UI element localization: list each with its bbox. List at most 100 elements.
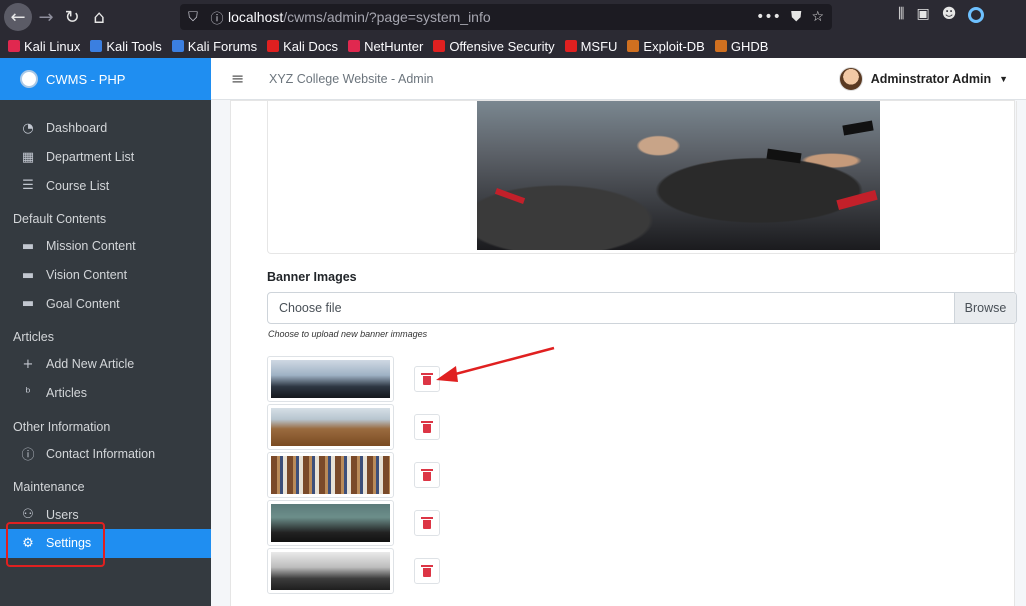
bookmark-label: NetHunter <box>364 38 424 54</box>
window-icon: ▬ <box>21 267 35 283</box>
sidebar-item-label: Vision Content <box>46 268 128 283</box>
reload-icon[interactable]: ↻ <box>58 3 86 31</box>
delete-banner-button[interactable] <box>414 414 440 440</box>
bookmark-label: Kali Docs <box>283 38 339 54</box>
cover-image-card <box>267 101 1017 254</box>
bookmark-favicon-icon <box>90 40 103 52</box>
banner-file-input[interactable]: Choose file Browse <box>267 292 1017 324</box>
delete-banner-button[interactable] <box>414 558 440 584</box>
window-icon: ▬ <box>21 296 35 312</box>
extension-icon[interactable] <box>968 7 985 23</box>
sidebar-section-header: Maintenance <box>13 480 85 495</box>
plus-icon: + <box>22 356 34 372</box>
banner-image-row <box>267 404 467 450</box>
banner-image-row <box>267 452 467 498</box>
sidebar-item-label: Mission Content <box>46 239 136 254</box>
building-icon: ▦ <box>21 149 35 165</box>
bookmark-label: MSFU <box>580 38 618 54</box>
bookmark-star-icon[interactable]: ☆ <box>811 9 824 25</box>
bookmark-item[interactable]: Kali Linux <box>8 39 80 54</box>
bookmark-favicon-icon <box>267 40 280 52</box>
sidebar-item-add-new-article[interactable]: + Add New Article <box>0 350 211 379</box>
users-icon: ⚇ <box>22 507 34 523</box>
back-arrow-icon[interactable]: ← <box>4 3 32 31</box>
browse-button[interactable]: Browse <box>954 293 1016 323</box>
sidebar-item-dashboard[interactable]: ◔ Dashboard <box>0 114 211 143</box>
delete-banner-button[interactable] <box>414 462 440 488</box>
bookmark-label: GHDB <box>730 38 769 54</box>
home-icon[interactable]: ⌂ <box>85 3 113 31</box>
forward-arrow-icon[interactable]: → <box>32 3 60 31</box>
brand-link[interactable]: CWMS - PHP <box>0 58 211 100</box>
banner-image-row <box>267 500 467 546</box>
banner-classroom <box>267 548 394 594</box>
hamburger-menu-icon[interactable]: ≡ <box>231 69 255 88</box>
avatar <box>838 66 863 91</box>
bookmark-favicon-icon <box>348 40 361 52</box>
trash-icon <box>421 517 433 529</box>
bookmark-item[interactable]: Exploit-DB <box>627 39 705 54</box>
trash-icon <box>421 565 433 577</box>
sidebar-item-label: Dashboard <box>46 121 108 136</box>
bookmarks-bar: Kali Linux Kali Tools Kali Forums Kali Docs… <box>0 34 1026 58</box>
blog-icon: ᵇ <box>25 385 31 401</box>
banner-image-row <box>267 548 467 594</box>
account-icon[interactable]: ☻ <box>942 6 957 23</box>
info-icon[interactable]: ⓘ <box>206 8 228 27</box>
bookmark-label: Kali Forums <box>187 38 258 54</box>
banner-graduation-caps <box>267 356 394 402</box>
bookmark-favicon-icon <box>8 40 20 52</box>
url-host: localhost <box>228 9 284 25</box>
user-dropdown[interactable]: Adminstrator Admin ▼ <box>838 66 1008 91</box>
pocket-icon[interactable]: ⛊ <box>791 9 802 25</box>
trash-icon <box>421 421 433 433</box>
user-name: Adminstrator Admin <box>870 71 992 86</box>
address-bar[interactable]: ⛉ ⓘ localhost/cwms/admin/?page=system_in… <box>180 4 832 30</box>
annotation-arrow <box>436 346 555 382</box>
sidebar-item-label: Articles <box>46 386 87 401</box>
page-actions-icon[interactable]: ••• <box>756 9 781 25</box>
bookmark-label: Kali Linux <box>24 38 81 54</box>
url-path: /cwms/admin/?page=system_info <box>283 9 491 25</box>
bookmark-favicon-icon <box>714 40 727 52</box>
bookmark-favicon-icon <box>627 40 640 52</box>
banner-library <box>267 452 394 498</box>
bookmark-item[interactable]: Kali Tools <box>90 39 162 54</box>
library-icon[interactable]: ⫼ <box>898 6 904 23</box>
sidebar-item-contact-information[interactable]: ⓘ Contact Information <box>0 440 211 469</box>
bookmark-label: Offensive Security <box>449 38 555 54</box>
cover-image <box>477 101 880 250</box>
bookmark-item[interactable]: MSFU <box>564 38 618 54</box>
sidebar-item-course-list[interactable]: ☰ Course List <box>0 171 211 200</box>
sidebar-item-articles[interactable]: ᵇ Articles <box>0 379 211 408</box>
trash-icon <box>421 469 433 481</box>
bookmark-item[interactable]: Kali Docs <box>267 39 338 54</box>
banner-graduates-crowd <box>267 500 394 546</box>
window-icon: ▬ <box>21 238 35 254</box>
sidebar-item-department-list[interactable]: ▦ Department List <box>0 143 211 172</box>
sidebar-item-mission-content[interactable]: ▬ Mission Content <box>0 232 211 261</box>
settings-card: Banner Images Choose file Browse Choose … <box>230 100 1017 606</box>
sidebar-toggle-icon[interactable]: ▣ <box>916 6 929 23</box>
bookmark-favicon-icon <box>433 40 446 52</box>
caret-down-icon: ▼ <box>999 73 1008 84</box>
bookmark-item[interactable]: Kali Forums <box>171 38 258 54</box>
bookmark-item[interactable]: GHDB <box>714 38 769 54</box>
bookmark-favicon-icon <box>564 40 577 52</box>
info-icon: ⓘ <box>21 448 35 464</box>
sidebar-section-header: Articles <box>13 330 54 345</box>
brand-title: CWMS - PHP <box>46 71 126 87</box>
sidebar-item-vision-content[interactable]: ▬ Vision Content <box>0 261 211 290</box>
delete-banner-button[interactable] <box>414 510 440 536</box>
shield-icon[interactable]: ⛉ <box>180 10 206 25</box>
bookmark-item[interactable]: Offensive Security <box>433 38 555 54</box>
trash-icon <box>421 373 433 385</box>
banner-images-label: Banner Images <box>267 270 357 284</box>
list-icon: ☰ <box>22 178 34 194</box>
bookmark-item[interactable]: NetHunter <box>348 39 423 54</box>
main-content: Banner Images Choose file Browse Choose … <box>211 100 1026 606</box>
sidebar-item-label: Course List <box>46 178 110 193</box>
sidebar-item-goal-content[interactable]: ▬ Goal Content <box>0 289 211 318</box>
sidebar-item-label: Department List <box>46 150 135 165</box>
top-navbar: ≡ XYZ College Website - Admin Adminstrat… <box>211 58 1026 100</box>
